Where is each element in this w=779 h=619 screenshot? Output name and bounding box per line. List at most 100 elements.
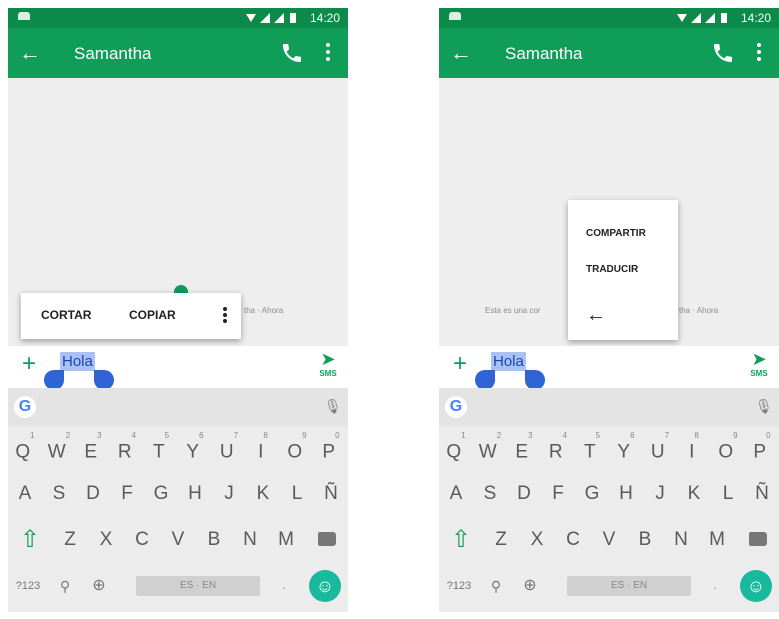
key-j[interactable]: J — [212, 472, 246, 516]
message-input[interactable]: Hola — [60, 352, 95, 371]
key-q[interactable]: Q1 — [8, 426, 42, 470]
key-h[interactable]: H — [178, 472, 212, 516]
key-enye[interactable]: Ñ — [314, 472, 348, 516]
selection-handle-end[interactable] — [94, 370, 114, 390]
key-u[interactable]: U7 — [643, 426, 677, 470]
key-e[interactable]: E3 — [507, 426, 541, 470]
send-button[interactable]: ➤ SMS — [314, 349, 342, 383]
shift-icon[interactable]: ⇧ — [8, 518, 52, 562]
key-w[interactable]: W2 — [473, 426, 507, 470]
selection-handle-start[interactable] — [44, 370, 64, 390]
key-i[interactable]: I8 — [246, 426, 280, 470]
key-v[interactable]: V — [591, 518, 627, 562]
key-o[interactable]: O9 — [280, 426, 314, 470]
key-o[interactable]: O9 — [711, 426, 745, 470]
symbols-key[interactable]: ?123 — [8, 564, 48, 608]
mic-icon[interactable]: 🎙 — [755, 398, 773, 416]
phone-icon[interactable] — [280, 41, 304, 65]
more-vert-icon[interactable] — [749, 40, 769, 66]
globe-icon[interactable]: ⊕ — [513, 564, 547, 608]
key-z[interactable]: Z — [483, 518, 519, 562]
key-enye[interactable]: Ñ — [745, 472, 779, 516]
key-y[interactable]: Y6 — [609, 426, 643, 470]
key-x[interactable]: X — [88, 518, 124, 562]
space-bar[interactable]: ES · EN — [567, 576, 691, 596]
key-s[interactable]: S — [473, 472, 507, 516]
settings-key-icon[interactable]: ⚲ — [48, 564, 82, 608]
key-w[interactable]: W2 — [42, 426, 76, 470]
settings-key-icon[interactable]: ⚲ — [479, 564, 513, 608]
key-k[interactable]: K — [246, 472, 280, 516]
key-b[interactable]: B — [627, 518, 663, 562]
arrow-left-icon[interactable]: ← — [447, 40, 475, 68]
share-menu-item[interactable]: COMPARTIR — [586, 228, 646, 239]
globe-icon[interactable]: ⊕ — [82, 564, 116, 608]
key-h[interactable]: H — [609, 472, 643, 516]
shift-icon[interactable]: ⇧ — [439, 518, 483, 562]
emoji-icon[interactable]: ☺ — [309, 570, 341, 602]
key-b[interactable]: B — [196, 518, 232, 562]
key-f[interactable]: F — [110, 472, 144, 516]
key-x[interactable]: X — [519, 518, 555, 562]
add-attachment-icon[interactable]: + — [22, 352, 36, 376]
key-n[interactable]: N — [663, 518, 699, 562]
period-key[interactable]: . — [272, 564, 296, 608]
more-vert-icon[interactable] — [221, 305, 229, 329]
backspace-icon[interactable] — [318, 532, 336, 546]
key-d[interactable]: D — [507, 472, 541, 516]
key-l[interactable]: L — [280, 472, 314, 516]
key-m[interactable]: M — [699, 518, 735, 562]
phone-icon[interactable] — [711, 41, 735, 65]
copy-button[interactable]: COPIAR — [129, 308, 176, 322]
period-key[interactable]: . — [703, 564, 727, 608]
key-t[interactable]: T5 — [575, 426, 609, 470]
key-v[interactable]: V — [160, 518, 196, 562]
key-y[interactable]: Y6 — [178, 426, 212, 470]
key-t[interactable]: T5 — [144, 426, 178, 470]
key-g[interactable]: G — [144, 472, 178, 516]
key-i[interactable]: I8 — [677, 426, 711, 470]
message-timestamp: tha · Ahora — [679, 306, 719, 315]
key-c[interactable]: C — [555, 518, 591, 562]
backspace-icon[interactable] — [749, 532, 767, 546]
status-time: 14:20 — [740, 11, 771, 25]
key-z[interactable]: Z — [52, 518, 88, 562]
key-j[interactable]: J — [643, 472, 677, 516]
space-bar[interactable]: ES · EN — [136, 576, 260, 596]
translate-menu-item[interactable]: TRADUCIR — [586, 264, 638, 275]
key-p[interactable]: P0 — [745, 426, 779, 470]
selection-handle-start[interactable] — [475, 370, 495, 390]
key-c[interactable]: C — [124, 518, 160, 562]
key-u[interactable]: U7 — [212, 426, 246, 470]
selection-handle-end[interactable] — [525, 370, 545, 390]
key-l[interactable]: L — [711, 472, 745, 516]
arrow-left-icon[interactable]: ← — [586, 304, 606, 327]
symbols-key[interactable]: ?123 — [439, 564, 479, 608]
cut-button[interactable]: CORTAR — [41, 308, 91, 322]
key-d[interactable]: D — [76, 472, 110, 516]
key-n[interactable]: N — [232, 518, 268, 562]
key-r[interactable]: R4 — [110, 426, 144, 470]
more-vert-icon[interactable] — [318, 40, 338, 66]
google-icon[interactable]: G — [14, 396, 36, 418]
key-p[interactable]: P0 — [314, 426, 348, 470]
key-g[interactable]: G — [575, 472, 609, 516]
key-f[interactable]: F — [541, 472, 575, 516]
add-attachment-icon[interactable]: + — [453, 352, 467, 376]
google-icon[interactable]: G — [445, 396, 467, 418]
message-input[interactable]: Hola — [491, 352, 526, 371]
emoji-icon[interactable]: ☺ — [740, 570, 772, 602]
key-e[interactable]: E3 — [76, 426, 110, 470]
send-button[interactable]: ➤ SMS — [745, 349, 773, 383]
key-q[interactable]: Q1 — [439, 426, 473, 470]
keyboard: Q1 W2 E3 R4 T5 Y6 U7 I8 O9 P0 A S D F G … — [439, 426, 779, 612]
signal-battery-icons — [246, 13, 296, 23]
arrow-left-icon[interactable]: ← — [16, 40, 44, 68]
key-m[interactable]: M — [268, 518, 304, 562]
key-k[interactable]: K — [677, 472, 711, 516]
mic-icon[interactable]: 🎙 — [324, 398, 342, 416]
key-a[interactable]: A — [8, 472, 42, 516]
key-s[interactable]: S — [42, 472, 76, 516]
key-r[interactable]: R4 — [541, 426, 575, 470]
key-a[interactable]: A — [439, 472, 473, 516]
